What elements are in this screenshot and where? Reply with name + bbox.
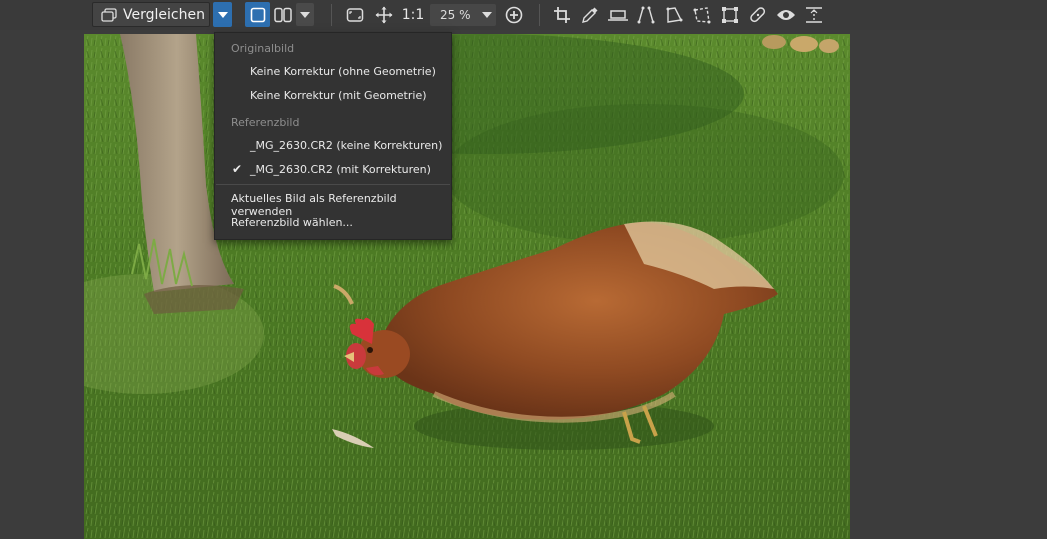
menu-item-use-current-as-reference[interactable]: Aktuelles Bild als Referenzbild verwende… (231, 192, 451, 218)
transform-button[interactable] (717, 3, 743, 27)
vertical-perspective-icon (637, 6, 655, 24)
free-perspective-button[interactable] (689, 3, 715, 27)
crop-button[interactable] (549, 3, 575, 27)
section-original: Originalbild (231, 42, 295, 55)
transform-icon (722, 7, 738, 23)
hen-photo-image (84, 34, 850, 539)
eye-icon (777, 10, 795, 20)
crop-icon (554, 7, 570, 23)
vertical-perspective-button[interactable] (633, 3, 659, 27)
menu-item-choose-reference[interactable]: Referenzbild wählen... (231, 216, 353, 229)
menu-divider (216, 184, 450, 185)
photo-preview[interactable] (84, 34, 850, 539)
zoom-in-icon (505, 6, 523, 24)
compare-dropdown-menu: Originalbild Keine Korrektur (ohne Geome… (214, 32, 452, 240)
fit-button[interactable] (343, 3, 367, 27)
section-reference: Referenzbild (231, 116, 300, 129)
menu-item-reference-with-corrections[interactable]: _MG_2630.CR2 (mit Korrekturen) (250, 163, 431, 176)
zoom-select[interactable]: 25 % (430, 4, 496, 26)
eyedropper-button[interactable] (577, 3, 603, 27)
split-line-button[interactable] (801, 3, 827, 27)
zoom-value: 25 % (440, 8, 471, 22)
view-mode-dropdown[interactable] (296, 3, 314, 26)
split-line-icon (806, 7, 822, 23)
chevron-down-icon (482, 12, 492, 18)
move-button[interactable] (372, 3, 396, 27)
menu-item-no-correction-without-geometry[interactable]: Keine Korrektur (ohne Geometrie) (250, 65, 436, 78)
menu-item-no-correction-with-geometry[interactable]: Keine Korrektur (mit Geometrie) (250, 89, 427, 102)
checkmark-icon: ✔ (232, 162, 243, 176)
fit-icon (346, 8, 364, 22)
compare-dropdown-button[interactable] (213, 2, 232, 27)
single-view-button[interactable] (245, 2, 270, 27)
zoom-in-button[interactable] (502, 3, 526, 27)
eyedropper-icon (582, 7, 598, 23)
toolbar-divider (331, 4, 332, 26)
toolbar: Vergleichen 1:1 25 % (0, 0, 1047, 30)
toolbar-divider (539, 4, 540, 26)
one-to-one-button[interactable]: 1:1 (400, 3, 426, 27)
compare-label: Vergleichen (123, 6, 205, 23)
move-icon (375, 6, 393, 24)
split-view-button[interactable] (272, 2, 294, 27)
horizon-button[interactable] (605, 3, 631, 27)
compare-icon (101, 7, 117, 22)
free-perspective-icon (693, 7, 711, 24)
split-view-icon (274, 7, 292, 22)
chevron-down-icon (300, 11, 310, 18)
horizon-icon (608, 10, 628, 21)
chevron-down-icon (217, 11, 228, 18)
retouch-button[interactable] (745, 3, 771, 27)
compare-button[interactable]: Vergleichen (92, 2, 210, 27)
perspective-button[interactable] (661, 3, 687, 27)
single-view-icon (250, 7, 265, 22)
eye-button[interactable] (773, 3, 799, 27)
retouch-icon (750, 7, 766, 23)
perspective-icon (666, 7, 683, 23)
menu-item-reference-no-corrections[interactable]: _MG_2630.CR2 (keine Korrekturen) (250, 139, 442, 152)
